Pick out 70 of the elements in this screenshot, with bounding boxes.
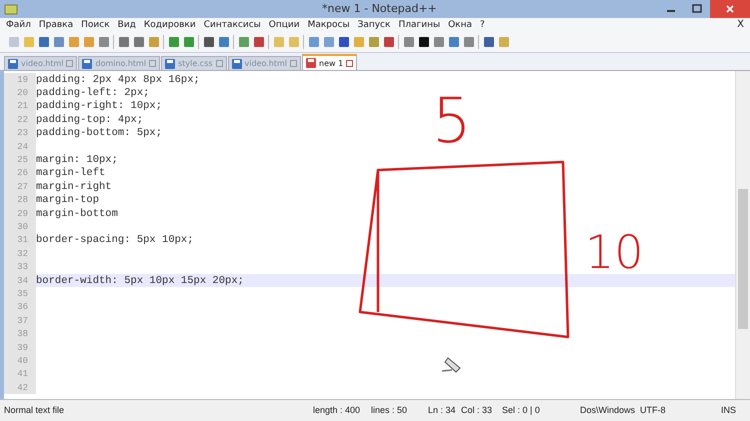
menu-item[interactable]: Плагины: [398, 20, 440, 30]
code-line: padding-top: 4px;: [36, 114, 144, 126]
lines-label: lines : 50: [371, 405, 408, 415]
code-line: padding-bottom: 5px;: [36, 127, 162, 140]
menu-item[interactable]: Вид: [118, 20, 136, 30]
code-line: border-width: 5px 10px 15px 20px;: [36, 274, 244, 287]
line-number: 40: [4, 354, 36, 368]
line-ending-label: Dos\Windows: [580, 405, 636, 415]
line-number: 33: [4, 260, 36, 274]
encoding-label: UTF-8: [640, 405, 666, 415]
line-number: 32: [4, 247, 36, 260]
line-number: 24: [4, 140, 36, 154]
menu-item[interactable]: Запуск: [358, 20, 390, 30]
maximize-icon: [692, 4, 702, 14]
pen-cursor-icon: [442, 357, 461, 373]
line-number: 37: [4, 314, 36, 328]
menu-item[interactable]: Поиск: [81, 20, 110, 30]
line-number: 41: [4, 368, 36, 381]
code-line: padding: 2px 4px 8px 16px;: [36, 74, 200, 86]
length-label: length : 400: [313, 405, 360, 415]
file-type-label: Normal text file: [4, 405, 64, 415]
code-line: margin-top: [36, 194, 100, 206]
code-line: padding-right: 10px;: [36, 100, 162, 112]
line-number: 28: [4, 194, 36, 207]
column-label: Col : 33: [461, 405, 492, 415]
line-number: 31: [4, 234, 36, 248]
close-button[interactable]: [710, 0, 750, 18]
file-tab[interactable]: new 1: [302, 54, 358, 70]
scroll-thumb[interactable]: [738, 189, 748, 329]
line-number: 21: [4, 100, 36, 114]
line-number: 39: [4, 340, 36, 354]
line-number: 30: [4, 220, 36, 234]
line-number: 26: [4, 166, 36, 180]
code-line: border-spacing: 5px 10px;: [36, 234, 194, 246]
line-number: 19: [4, 73, 36, 86]
insert-mode-label: INS: [721, 405, 736, 415]
close-icon[interactable]: [346, 60, 354, 66]
menu-item[interactable]: Опции: [268, 20, 300, 30]
handwritten-number: 10: [585, 225, 644, 279]
menu-item[interactable]: Окна: [448, 20, 472, 30]
line-number: 29: [4, 206, 36, 220]
close-document-button[interactable]: X: [737, 19, 744, 30]
menu-item[interactable]: Правка: [38, 20, 74, 30]
line-number: 20: [4, 86, 36, 100]
line-position-label: Ln : 34: [428, 405, 456, 415]
menu-item[interactable]: Макросы: [308, 20, 350, 30]
window-title: *new 1 - Notepad++: [322, 2, 437, 15]
code-line: margin-right: [36, 180, 112, 193]
handwritten-number: 5: [432, 84, 472, 157]
close-icon: [725, 4, 735, 14]
line-number: 34: [4, 274, 36, 288]
line-number: 42: [4, 380, 36, 394]
line-number: 22: [4, 113, 36, 127]
code-line: padding-left: 2px;: [36, 87, 150, 100]
code-line: margin-bottom: [36, 208, 118, 220]
notepad-icon: [4, 3, 18, 15]
line-number: 38: [4, 327, 36, 341]
scrollbar[interactable]: [735, 71, 750, 399]
menu-item[interactable]: ?: [480, 20, 485, 30]
line-number: 36: [4, 300, 36, 314]
line-number: 35: [4, 287, 36, 301]
line-number: 25: [4, 153, 36, 167]
menu-item[interactable]: Кодировки: [144, 20, 196, 30]
selection-label: Sel : 0 | 0: [502, 405, 540, 415]
code-line: margin: 10px;: [36, 154, 118, 166]
menu-item[interactable]: Файл: [6, 20, 31, 30]
line-number: 23: [4, 126, 36, 140]
menu-item[interactable]: Синтаксисы: [204, 20, 261, 30]
line-number: 27: [4, 180, 36, 194]
code-line: margin-left: [36, 167, 106, 180]
